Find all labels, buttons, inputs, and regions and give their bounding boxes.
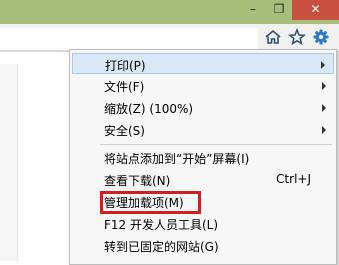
submenu-arrow-icon bbox=[322, 82, 326, 90]
menu-item-safety[interactable]: 安全(S) bbox=[72, 119, 334, 140]
menu-item-label: 缩放(Z) (100%) bbox=[104, 102, 194, 116]
tools-gear-icon[interactable] bbox=[312, 28, 330, 46]
menu-item-label: 转到已固定的网站(G) bbox=[104, 240, 219, 254]
submenu-arrow-icon bbox=[322, 126, 326, 134]
tools-menu: 打印(P) 文件(F) 缩放(Z) (100%) 安全(S) 将站点添加到“开始… bbox=[69, 49, 337, 265]
maximize-button[interactable]: ❐ bbox=[266, 0, 292, 20]
home-icon[interactable] bbox=[264, 28, 282, 46]
menu-item-f12-devtools[interactable]: F12 开发人员工具(L) bbox=[72, 213, 334, 234]
submenu-arrow-icon bbox=[321, 61, 325, 69]
menu-item-label: 打印(P) bbox=[105, 59, 146, 73]
menu-separator bbox=[100, 144, 332, 145]
annotation-highlight-box bbox=[100, 191, 201, 214]
menu-item-label: 查看下载(N) bbox=[104, 174, 171, 188]
menu-item-label: 安全(S) bbox=[104, 124, 145, 138]
menu-item-add-to-start[interactable]: 将站点添加到“开始”屏幕(I) bbox=[72, 147, 334, 168]
address-bar[interactable] bbox=[0, 28, 258, 51]
menu-item-zoom[interactable]: 缩放(Z) (100%) bbox=[72, 97, 334, 118]
menu-item-print[interactable]: 打印(P) bbox=[72, 53, 334, 74]
minimize-button[interactable]: – bbox=[240, 0, 266, 20]
menu-item-shortcut: Ctrl+J bbox=[276, 172, 311, 186]
menu-item-label: F12 开发人员工具(L) bbox=[104, 218, 219, 232]
menu-item-view-downloads[interactable]: 查看下载(N) Ctrl+J bbox=[72, 169, 334, 190]
favorites-star-icon[interactable] bbox=[288, 27, 306, 46]
page-scroll-gutter bbox=[0, 64, 18, 261]
menu-item-label: 文件(F) bbox=[104, 80, 145, 94]
close-button[interactable]: ✕ bbox=[292, 0, 339, 20]
menu-item-pinned-sites[interactable]: 转到已固定的网站(G) bbox=[72, 235, 334, 256]
menu-item-file[interactable]: 文件(F) bbox=[72, 75, 334, 96]
menu-item-label: 将站点添加到“开始”屏幕(I) bbox=[104, 152, 250, 166]
submenu-arrow-icon bbox=[322, 104, 326, 112]
